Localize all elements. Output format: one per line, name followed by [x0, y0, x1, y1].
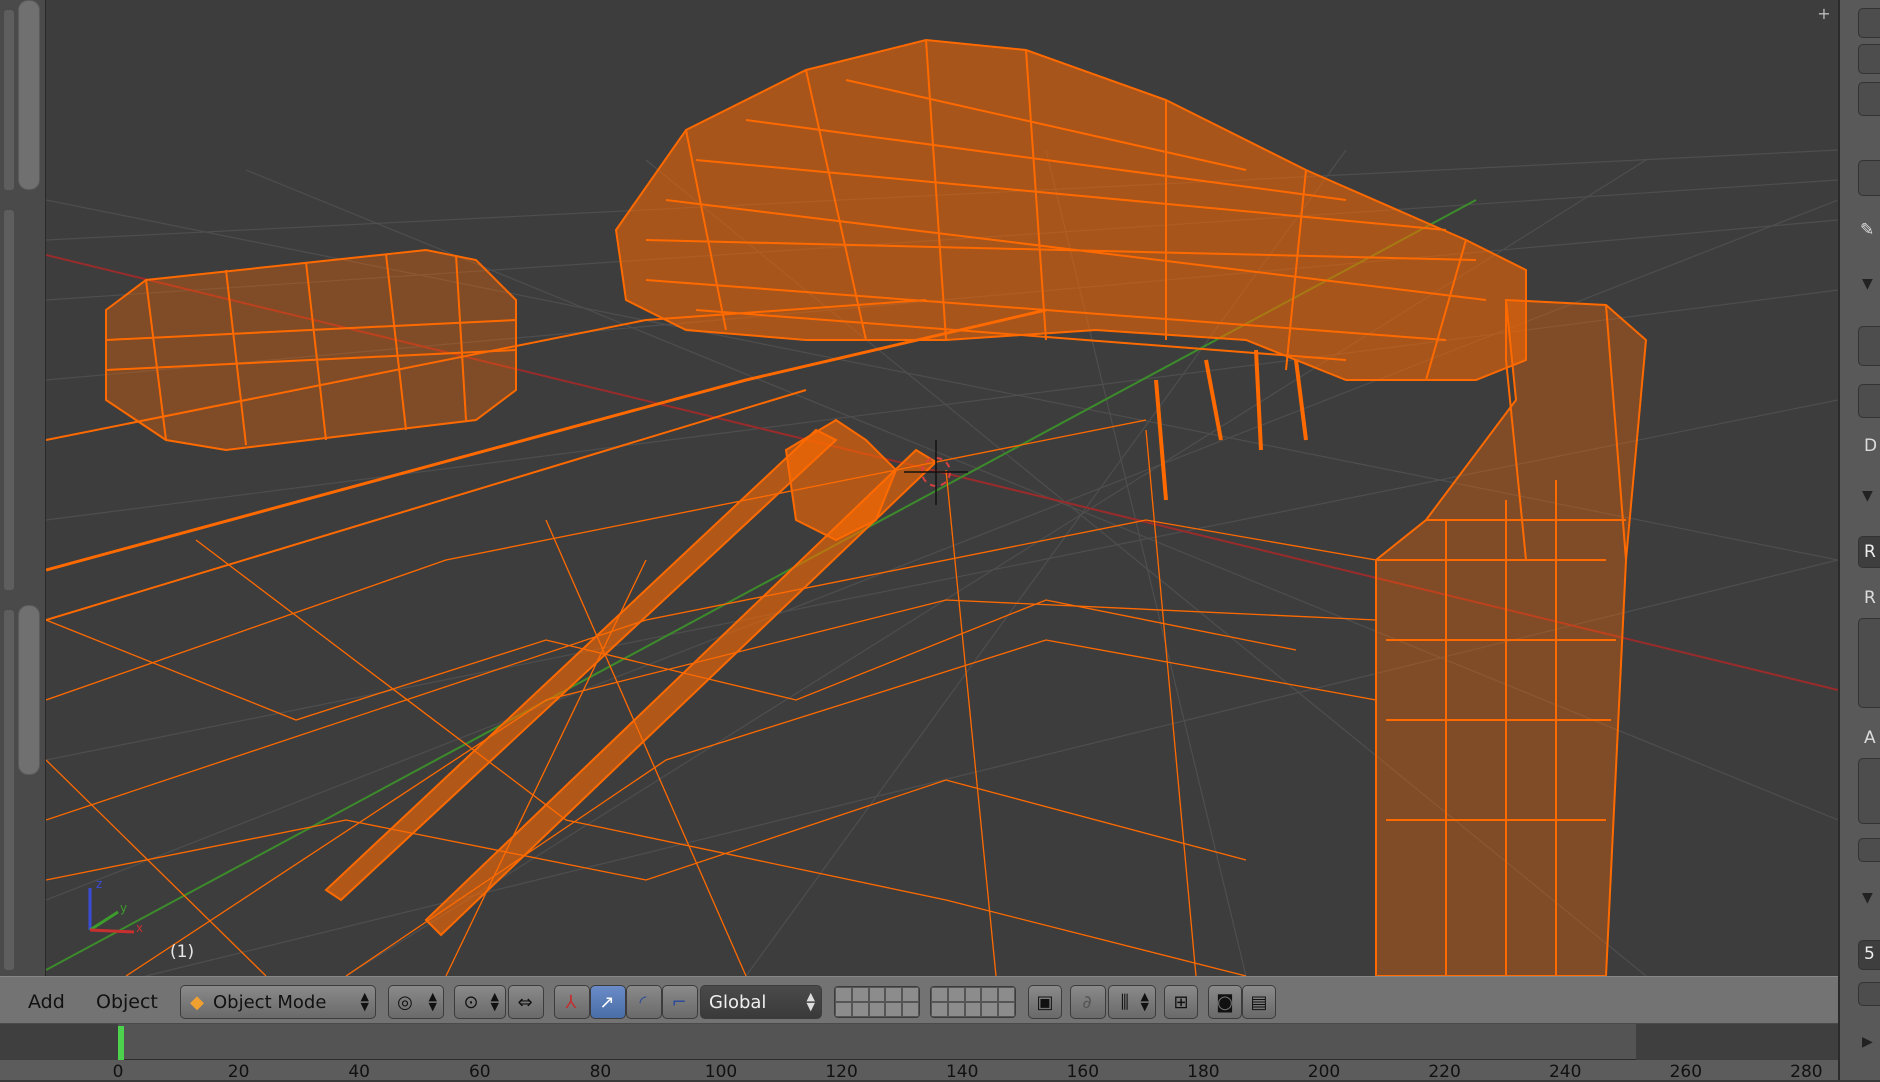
pin-icon[interactable]: ✎: [1860, 220, 1874, 240]
mode-selector[interactable]: ◆ Object Mode ▲ ▼: [180, 985, 376, 1019]
3d-viewport[interactable]: z y x + (1): [46, 0, 1838, 976]
scene-icon[interactable]: [1858, 8, 1880, 38]
ruler-tick-label: 280: [1790, 1062, 1823, 1082]
scene-layers-a[interactable]: [834, 986, 920, 1018]
manipulator-icon: ⅄: [565, 991, 577, 1013]
wire-sphere-icon: ◎: [397, 991, 413, 1013]
panel-letter-d: D: [1864, 436, 1878, 456]
properties-tab-icon[interactable]: [1858, 160, 1880, 196]
pivot-selector[interactable]: ⊙ ▲ ▼: [454, 985, 506, 1019]
scale-icon: ⌐: [671, 991, 687, 1013]
ruler-tick-label: 220: [1428, 1062, 1461, 1082]
orientation-label: Global: [709, 991, 767, 1013]
ruler-tick-label: 140: [945, 1062, 979, 1082]
ruler-tick-label: 120: [825, 1062, 858, 1082]
camera-icon: ◙: [1216, 991, 1234, 1013]
aspect-fields[interactable]: [1858, 758, 1880, 824]
shelf-scrollbar-bottom[interactable]: [18, 605, 40, 775]
properties-panel: ✎ ▼ D ▼ R R A ▼ 5 ▶: [1838, 0, 1880, 1080]
plus-icon[interactable]: +: [1814, 4, 1834, 24]
render-opengl-button[interactable]: ◙: [1208, 985, 1242, 1019]
panel-expand-icon[interactable]: ▼: [1862, 488, 1873, 504]
ruler-tick-label: 100: [704, 1062, 738, 1082]
updown-arrows-icon: ▲ ▼: [360, 990, 369, 1013]
ruler-tick-label: 60: [468, 1062, 491, 1082]
manipulator-toggle[interactable]: ⅄: [554, 985, 590, 1019]
render-animation-button[interactable]: ▤: [1242, 985, 1276, 1019]
updown-arrows-icon: ▲ ▼: [806, 990, 815, 1013]
layer-lock-button[interactable]: ▣: [1028, 985, 1062, 1019]
panel-number: 5: [1864, 944, 1875, 964]
updown-arrows-icon: ▲ ▼: [490, 990, 499, 1013]
layer-icon: ▣: [1036, 991, 1054, 1013]
center-points-icon: ⇔: [517, 991, 533, 1013]
axis-gizmo: z y x: [88, 877, 143, 935]
orientation-selector[interactable]: Global ▲ ▼: [700, 985, 822, 1019]
updown-arrows-icon: ▲ ▼: [1140, 990, 1149, 1013]
cube-icon: ◆: [190, 991, 204, 1013]
shading-selector[interactable]: ◎ ▲ ▼: [388, 985, 444, 1019]
timeline-out-range-right: [1636, 1024, 1838, 1060]
panel-expand-icon[interactable]: ▼: [1862, 890, 1873, 906]
frame-label: (1): [170, 942, 195, 962]
tool-shelf: [0, 0, 46, 976]
snap-element-selector[interactable]: ⫼ ▲ ▼: [1108, 985, 1156, 1019]
svg-text:z: z: [96, 877, 102, 891]
timeline[interactable]: [0, 1024, 1838, 1060]
pivot-icon: ⊙: [463, 991, 479, 1013]
render-icon[interactable]: [1858, 44, 1880, 74]
proportional-icon: ∂: [1082, 991, 1092, 1013]
proportional-edit-button[interactable]: ∂: [1070, 985, 1106, 1019]
object-menu[interactable]: Object: [96, 991, 158, 1013]
ruler-tick-label: 200: [1307, 1062, 1341, 1082]
shelf-tab-tools[interactable]: [4, 10, 14, 190]
snap-target-icon: ⊞: [1173, 991, 1189, 1013]
viewport-header: Add Object ◆ Object Mode ▲ ▼ ◎ ▲ ▼ ⊙ ▲ ▼ ⇔ …: [0, 976, 1838, 1024]
ruler-tick-label: 160: [1066, 1062, 1100, 1082]
checkbox-field[interactable]: [1858, 838, 1880, 862]
shelf-tab-options[interactable]: [4, 610, 14, 970]
3d-cursor[interactable]: [904, 440, 968, 505]
shelf-tab-create[interactable]: [4, 210, 14, 590]
panel-expand-icon[interactable]: ▼: [1862, 276, 1873, 292]
clapperboard-icon: ▤: [1250, 991, 1268, 1013]
ruler-tick-label: 240: [1548, 1062, 1582, 1082]
resolution-fields[interactable]: [1858, 618, 1880, 708]
ruler-tick-label: 40: [348, 1062, 371, 1082]
panel-letter-a: A: [1864, 728, 1876, 748]
world-icon[interactable]: [1858, 82, 1880, 116]
camera-slot-icon[interactable]: [1858, 326, 1880, 366]
checkbox-field[interactable]: [1858, 982, 1880, 1006]
current-frame-marker[interactable]: [118, 1026, 124, 1060]
wireframe-mesh: [46, 38, 1648, 976]
snap-increment-icon: ⫼: [1120, 991, 1129, 1013]
ruler-tick-label: 0: [112, 1062, 124, 1082]
mode-selector-label: Object Mode: [213, 991, 327, 1013]
ruler-tick-label: 180: [1187, 1062, 1220, 1082]
timeline-ruler[interactable]: 0 20 40 60 80 100 120 140 160 180 200 220 240 260 280: [0, 1060, 1838, 1082]
panel-play-icon[interactable]: ▶: [1862, 1034, 1873, 1050]
scene-layers-b[interactable]: [930, 986, 1016, 1018]
snap-target-button[interactable]: ⊞: [1164, 985, 1198, 1019]
panel-letter-r2: R: [1864, 588, 1876, 608]
ruler-tick-label: 260: [1669, 1062, 1703, 1082]
translate-arrow-icon: ↗: [599, 991, 615, 1013]
wireframe-scene: z y x: [46, 38, 1838, 976]
scale-toggle[interactable]: ⌐: [662, 985, 698, 1019]
camera-icon[interactable]: [1858, 384, 1880, 418]
updown-arrows-icon: ▲ ▼: [428, 990, 437, 1013]
timeline-out-range-left: [0, 1024, 118, 1060]
svg-text:x: x: [136, 921, 143, 935]
rotate-toggle[interactable]: ◜: [626, 985, 662, 1019]
manipulate-center-button[interactable]: ⇔: [508, 985, 544, 1019]
ruler-tick-label: 80: [589, 1062, 612, 1082]
svg-text:y: y: [120, 901, 127, 915]
shelf-scrollbar-top[interactable]: [18, 0, 40, 190]
add-menu[interactable]: Add: [28, 991, 65, 1013]
rotate-arc-icon: ◜: [639, 991, 647, 1013]
translate-toggle[interactable]: ↗: [590, 985, 626, 1019]
panel-letter-r: R: [1864, 542, 1876, 562]
ruler-tick-label: 20: [227, 1062, 250, 1082]
